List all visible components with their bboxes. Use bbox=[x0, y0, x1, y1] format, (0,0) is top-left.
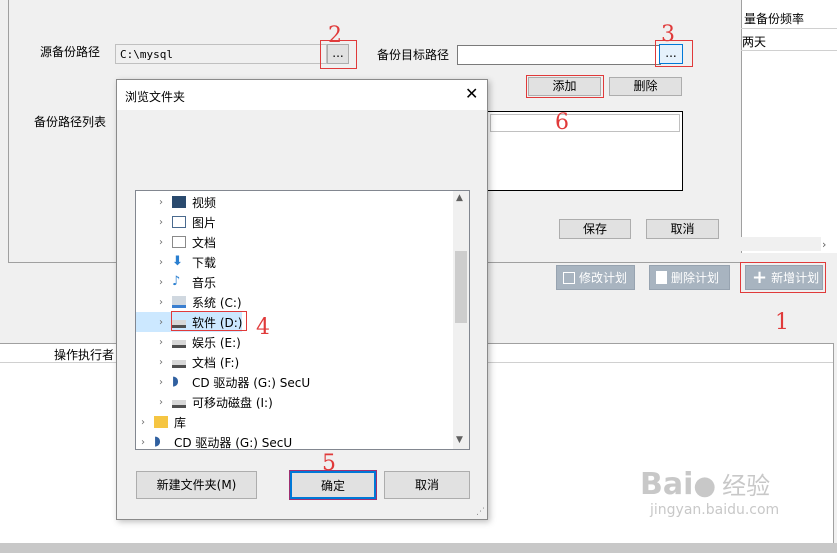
annotation-box-drive-d bbox=[171, 311, 247, 331]
watermark-brand-2: 经验 bbox=[722, 472, 771, 500]
folder-tree-label: 系统 (C:) bbox=[192, 295, 242, 310]
folder-tree-label: 库 bbox=[174, 415, 187, 430]
watermark-brand: Bai bbox=[640, 467, 694, 502]
target-path-label: 备份目标路径 bbox=[377, 48, 450, 62]
library-icon bbox=[154, 416, 168, 428]
annotation-number-4: 4 bbox=[256, 315, 270, 340]
new-folder-button[interactable]: 新建文件夹(M) bbox=[136, 471, 257, 499]
scroll-right-icon[interactable]: › bbox=[822, 238, 826, 251]
folder-tree-item[interactable]: › ◗ CD 驱动器 (G:) SecU bbox=[136, 372, 310, 392]
right-row-value: 两天 bbox=[742, 35, 767, 49]
folder-tree-item[interactable]: › ◗ CD 驱动器 (G:) SecU bbox=[136, 432, 293, 450]
folder-tree-label: 音乐 bbox=[192, 275, 217, 290]
folder-tree-item[interactable]: › 图片 bbox=[136, 212, 216, 232]
paw-icon: ● bbox=[693, 471, 717, 501]
annotation-box-add bbox=[526, 75, 604, 98]
folder-tree-item[interactable]: › 库 bbox=[136, 412, 186, 432]
bottom-scrollbar[interactable] bbox=[0, 543, 837, 553]
cd-drive-icon: ◗ bbox=[154, 434, 161, 449]
folder-tree-item[interactable]: › 文档 (F:) bbox=[136, 352, 239, 372]
annotation-number-3: 3 bbox=[661, 22, 675, 47]
edit-icon bbox=[563, 271, 575, 284]
edit-plan-label: 修改计划 bbox=[579, 271, 628, 285]
trash-icon bbox=[656, 271, 667, 284]
log-table-right-border bbox=[833, 343, 834, 543]
chevron-right-icon[interactable]: › bbox=[156, 337, 166, 348]
chevron-right-icon[interactable]: › bbox=[156, 277, 166, 288]
list-inner-row bbox=[490, 114, 680, 132]
scroll-thumb[interactable] bbox=[455, 251, 467, 323]
chevron-right-icon[interactable]: › bbox=[156, 297, 166, 308]
delete-button[interactable]: 删除 bbox=[609, 77, 682, 96]
folder-tree-label: CD 驱动器 (G:) SecU bbox=[174, 435, 293, 450]
form-cancel-button[interactable]: 取消 bbox=[646, 219, 719, 239]
log-col-operator: 操作执行者 bbox=[54, 348, 115, 362]
resize-grip-icon[interactable]: ⋰ bbox=[476, 507, 485, 517]
folder-tree-item[interactable]: › 可移动磁盘 (I:) bbox=[136, 392, 273, 412]
scroll-down-icon[interactable]: ▼ bbox=[456, 435, 463, 445]
save-button[interactable]: 保存 bbox=[559, 219, 631, 239]
annotation-number-5: 5 bbox=[322, 451, 336, 476]
chevron-right-icon[interactable]: › bbox=[156, 377, 166, 388]
folder-tree-item[interactable]: › 文档 bbox=[136, 232, 216, 252]
target-path-field[interactable] bbox=[457, 45, 661, 65]
chevron-right-icon[interactable]: › bbox=[156, 197, 166, 208]
folder-tree-label: CD 驱动器 (G:) SecU bbox=[192, 375, 311, 390]
dialog-cancel-button[interactable]: 取消 bbox=[384, 471, 470, 499]
download-folder-icon: ⬇ bbox=[172, 254, 183, 269]
folder-tree-label: 下载 bbox=[192, 255, 217, 270]
chevron-right-icon[interactable]: › bbox=[156, 357, 166, 368]
annotation-number-1: 1 bbox=[775, 310, 789, 335]
edit-plan-button[interactable]: 修改计划 bbox=[556, 265, 635, 290]
tree-scrollbar[interactable]: ▲ ▼ bbox=[453, 191, 469, 449]
dialog-title: 浏览文件夹 bbox=[125, 90, 186, 104]
right-row-line bbox=[741, 50, 837, 51]
source-path-label: 源备份路径 bbox=[40, 45, 101, 59]
drive-icon bbox=[172, 360, 186, 368]
chevron-right-icon[interactable]: › bbox=[138, 437, 148, 448]
baidu-watermark: Bai● 经验 jingyan.baidu.com bbox=[640, 466, 779, 518]
chevron-right-icon[interactable]: › bbox=[156, 217, 166, 228]
system-drive-icon bbox=[172, 296, 186, 308]
folder-tree-item[interactable]: › ⬇ 下载 bbox=[136, 252, 216, 272]
folder-tree-label: 图片 bbox=[192, 215, 217, 230]
folder-tree-label: 视频 bbox=[192, 195, 217, 210]
video-folder-icon bbox=[172, 196, 186, 208]
scroll-up-icon[interactable]: ▲ bbox=[456, 193, 463, 203]
document-folder-icon bbox=[172, 236, 186, 248]
picture-folder-icon bbox=[172, 216, 186, 228]
music-folder-icon: ♪ bbox=[172, 274, 181, 289]
right-col-header: 量备份频率 bbox=[744, 12, 805, 26]
cd-drive-icon: ◗ bbox=[172, 374, 179, 389]
folder-tree-item[interactable]: › ♪ 音乐 bbox=[136, 272, 216, 292]
drive-icon bbox=[172, 340, 186, 348]
chevron-right-icon[interactable]: › bbox=[138, 417, 148, 428]
folder-tree-item[interactable]: › 系统 (C:) bbox=[136, 292, 242, 312]
dialog-close-icon[interactable]: ✕ bbox=[465, 85, 478, 103]
delete-plan-label: 删除计划 bbox=[671, 271, 720, 285]
folder-tree-item[interactable]: › 视频 bbox=[136, 192, 216, 212]
source-path-value: C:\mysql bbox=[120, 48, 173, 61]
folder-tree-label: 文档 (F:) bbox=[192, 355, 240, 370]
annotation-number-2: 2 bbox=[328, 23, 342, 48]
folder-tree-label: 可移动磁盘 (I:) bbox=[192, 395, 273, 410]
watermark-url: jingyan.baidu.com bbox=[650, 502, 780, 518]
chevron-right-icon[interactable]: › bbox=[156, 257, 166, 268]
folder-tree-label: 娱乐 (E:) bbox=[192, 335, 241, 350]
source-path-field[interactable]: C:\mysql bbox=[115, 44, 327, 64]
right-header-line bbox=[741, 28, 837, 29]
chevron-right-icon[interactable]: › bbox=[156, 317, 166, 328]
horizontal-scrollbar[interactable] bbox=[741, 237, 821, 251]
folder-tree-item[interactable]: › 娱乐 (E:) bbox=[136, 332, 241, 352]
delete-plan-button[interactable]: 删除计划 bbox=[649, 265, 730, 290]
removable-drive-icon bbox=[172, 400, 186, 408]
annotation-box-add-plan bbox=[740, 262, 826, 293]
annotation-number-6: 6 bbox=[555, 110, 569, 135]
chevron-right-icon[interactable]: › bbox=[156, 397, 166, 408]
list-label: 备份路径列表 bbox=[34, 115, 107, 129]
chevron-right-icon[interactable]: › bbox=[156, 237, 166, 248]
folder-tree-label: 文档 bbox=[192, 235, 217, 250]
